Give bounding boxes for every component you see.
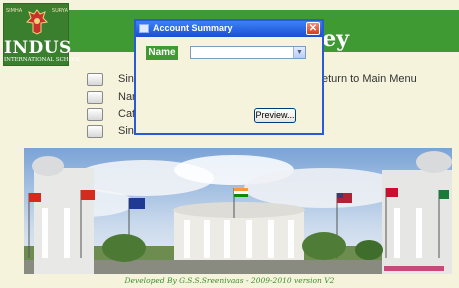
campus-illustration bbox=[24, 148, 452, 274]
school-logo: SIMHA SURYA INDUS INTERNATIONAL SCHOOL bbox=[3, 3, 82, 66]
name-label: Name bbox=[146, 46, 178, 60]
logo-motto-right: SURYA bbox=[51, 8, 68, 14]
footer-credit: Developed By G.S.S.Sreenivaas - 2009-201… bbox=[124, 276, 335, 285]
name-select[interactable]: ▼ bbox=[190, 46, 306, 59]
menu-button-4[interactable] bbox=[87, 125, 103, 138]
logo-subtitle: INTERNATIONAL SCHOOL bbox=[4, 57, 82, 63]
dialog-title: Account Summary bbox=[153, 23, 233, 33]
logo-name: INDUS bbox=[4, 38, 72, 58]
campus-photo bbox=[24, 148, 452, 274]
dialog-titlebar[interactable]: Account Summary ✕ bbox=[136, 21, 322, 37]
crest-icon bbox=[25, 9, 49, 35]
menu-button-2[interactable] bbox=[87, 91, 103, 104]
app-title: ey bbox=[322, 26, 349, 52]
preview-button[interactable]: Preview... bbox=[254, 108, 296, 123]
chevron-down-icon[interactable]: ▼ bbox=[293, 47, 305, 58]
account-summary-dialog: Account Summary ✕ Name ▼ Preview... bbox=[134, 19, 324, 135]
menu-button-1[interactable] bbox=[87, 73, 103, 86]
window-icon bbox=[139, 24, 149, 33]
logo-motto-left: SIMHA bbox=[6, 8, 23, 14]
close-button[interactable]: ✕ bbox=[306, 22, 320, 35]
return-to-main-menu-label[interactable]: eturn to Main Menu bbox=[322, 73, 417, 85]
menu-button-3[interactable] bbox=[87, 108, 103, 121]
